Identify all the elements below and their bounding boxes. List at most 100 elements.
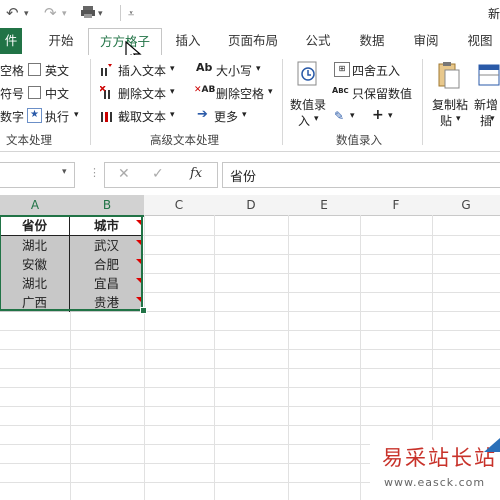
gridline — [0, 349, 500, 350]
chinese-label[interactable]: 中文 — [45, 85, 69, 102]
insert-function-icon[interactable]: fx — [190, 166, 202, 181]
edit-icon[interactable]: ✎ — [334, 109, 344, 123]
watermark-text: 易采站长站 — [382, 446, 497, 470]
enter-icon[interactable]: ✓ — [152, 166, 164, 182]
column-header-e[interactable]: E — [288, 195, 361, 216]
worksheet-grid[interactable]: A B C D E F G 省份 城市 湖北 武汉 安徽 合肥 湖北 宜昌 广西… — [0, 195, 500, 500]
tab-data[interactable]: 数据 — [352, 28, 392, 54]
column-header-c[interactable]: C — [144, 195, 215, 216]
watermark-corner-icon — [484, 438, 500, 455]
round-button[interactable]: 四舍五入 — [352, 62, 400, 79]
tab-formulas[interactable]: 公式 — [298, 28, 338, 54]
add-icon[interactable]: + — [372, 107, 384, 123]
cancel-icon[interactable]: ✕ — [118, 166, 130, 182]
group-label-advanced: 高级文本处理 — [150, 133, 219, 147]
keep-value-icon[interactable]: ABC — [332, 86, 349, 95]
copy-paste-button-line2[interactable]: 贴 — [440, 112, 452, 129]
tab-file[interactable]: 件 — [0, 28, 22, 54]
execute-star-icon[interactable]: ★ — [27, 108, 42, 123]
gridline — [0, 425, 500, 426]
edit-dropdown-icon[interactable]: ▾ — [350, 111, 355, 121]
execute-button[interactable]: 执行 — [45, 108, 69, 125]
round-icon[interactable]: ⊞ — [334, 62, 350, 77]
group-divider — [282, 59, 283, 145]
insert-text-button[interactable]: 插入文本 — [118, 62, 166, 79]
formula-bar-grip-icon: ⋮ — [89, 166, 100, 179]
column-header-d[interactable]: D — [214, 195, 289, 216]
redo-icon[interactable]: ↷ — [44, 4, 57, 22]
new-insert-icon[interactable] — [478, 63, 500, 87]
numeric-entry-dropdown-icon[interactable]: ▾ — [314, 114, 319, 124]
copy-paste-button-line1[interactable]: 复制粘 — [432, 96, 468, 113]
extract-text-button[interactable]: 截取文本 — [118, 108, 166, 125]
gridline — [144, 215, 145, 500]
english-checkbox[interactable] — [28, 63, 41, 76]
formula-bar: ▾ ⋮ ✕ ✓ fx 省份 — [0, 158, 500, 190]
tab-page-layout[interactable]: 页面布局 — [222, 28, 284, 54]
numeric-entry-button-line2[interactable]: 入 — [298, 112, 310, 129]
new-insert-button-line1[interactable]: 新增 — [474, 96, 498, 113]
column-header-a[interactable]: A — [0, 195, 71, 217]
column-header-f[interactable]: F — [360, 195, 433, 216]
new-insert-dropdown-icon[interactable]: ▾ — [490, 114, 495, 124]
insert-text-icon[interactable] — [100, 63, 114, 76]
undo-dropdown-icon[interactable]: ▾ — [24, 9, 29, 19]
case-dropdown-icon[interactable]: ▾ — [256, 64, 261, 74]
delete-text-button[interactable]: 删除文本 — [118, 85, 166, 102]
extract-text-dropdown-icon[interactable]: ▾ — [170, 110, 175, 120]
quick-access-toolbar: ↶ ▾ ↷ ▾ ▾ ⩡ 新 — [0, 0, 500, 28]
space-button[interactable]: 空格 — [0, 62, 24, 79]
gridline — [0, 368, 500, 369]
delete-space-icon[interactable]: ✕AB — [194, 85, 215, 95]
gridline — [288, 215, 289, 500]
print-icon[interactable] — [80, 5, 96, 19]
numeric-entry-icon[interactable] — [296, 61, 320, 87]
customize-toolbar-icon[interactable]: ⩡ — [128, 7, 134, 21]
fill-handle[interactable] — [140, 307, 147, 314]
keep-value-button[interactable]: 只保留数值 — [352, 85, 412, 102]
table-range[interactable]: 省份 城市 湖北 武汉 安徽 合肥 湖北 宜昌 广西 贵港 — [0, 215, 147, 314]
delete-text-dropdown-icon[interactable]: ▾ — [170, 87, 175, 97]
number-button[interactable]: 数字 — [0, 108, 24, 125]
print-dropdown-icon[interactable]: ▾ — [98, 9, 103, 19]
add-dropdown-icon[interactable]: ▾ — [388, 111, 393, 121]
group-divider — [422, 59, 423, 145]
chinese-checkbox[interactable] — [28, 86, 41, 99]
delete-text-icon[interactable] — [99, 85, 114, 99]
english-label[interactable]: 英文 — [45, 62, 69, 79]
selection-border — [0, 215, 143, 311]
gridline — [360, 215, 361, 500]
delete-space-dropdown-icon[interactable]: ▾ — [268, 87, 273, 97]
more-dropdown-icon[interactable]: ▾ — [242, 110, 247, 120]
column-header-b[interactable]: B — [70, 195, 145, 217]
watermark: 易采站长站 www.easck.com — [370, 438, 500, 500]
symbol-button[interactable]: 符号 — [0, 85, 24, 102]
insert-text-dropdown-icon[interactable]: ▾ — [170, 64, 175, 74]
ribbon: 空格 英文 符号 中文 数字 ★ 执行 ▾ 文本处理 插入文本 ▾ 删除文本 ▾… — [0, 55, 500, 152]
case-icon[interactable]: Ab — [196, 61, 212, 74]
formula-input[interactable] — [222, 162, 500, 188]
execute-dropdown-icon[interactable]: ▾ — [74, 110, 79, 120]
delete-space-button[interactable]: 删除空格 — [216, 85, 264, 102]
more-button[interactable]: 更多 — [214, 108, 238, 125]
tab-view[interactable]: 视图 — [460, 28, 500, 54]
gridline — [0, 387, 500, 388]
tab-home[interactable]: 开始 — [44, 28, 78, 54]
group-label-text: 文本处理 — [6, 133, 52, 147]
copy-paste-dropdown-icon[interactable]: ▾ — [456, 114, 461, 124]
copy-paste-icon[interactable] — [436, 61, 462, 91]
tab-insert[interactable]: 插入 — [168, 28, 208, 54]
extract-text-icon[interactable] — [100, 109, 114, 122]
divider — [120, 5, 121, 21]
redo-dropdown-icon[interactable]: ▾ — [62, 9, 67, 19]
name-box-dropdown-icon[interactable]: ▾ — [62, 167, 67, 177]
undo-icon[interactable]: ↶ — [6, 4, 19, 22]
column-header-g[interactable]: G — [432, 195, 500, 216]
numeric-entry-button-line1[interactable]: 数值录 — [290, 96, 326, 113]
case-button[interactable]: 大小写 — [216, 62, 252, 79]
ribbon-tabs: 件 开始 方方格子 插入 页面布局 公式 数据 审阅 视图 — [0, 28, 500, 64]
watermark-url: www.easck.com — [384, 476, 486, 489]
more-arrow-icon[interactable]: ➔ — [197, 107, 208, 122]
group-divider — [90, 59, 91, 145]
tab-review[interactable]: 审阅 — [406, 28, 446, 54]
